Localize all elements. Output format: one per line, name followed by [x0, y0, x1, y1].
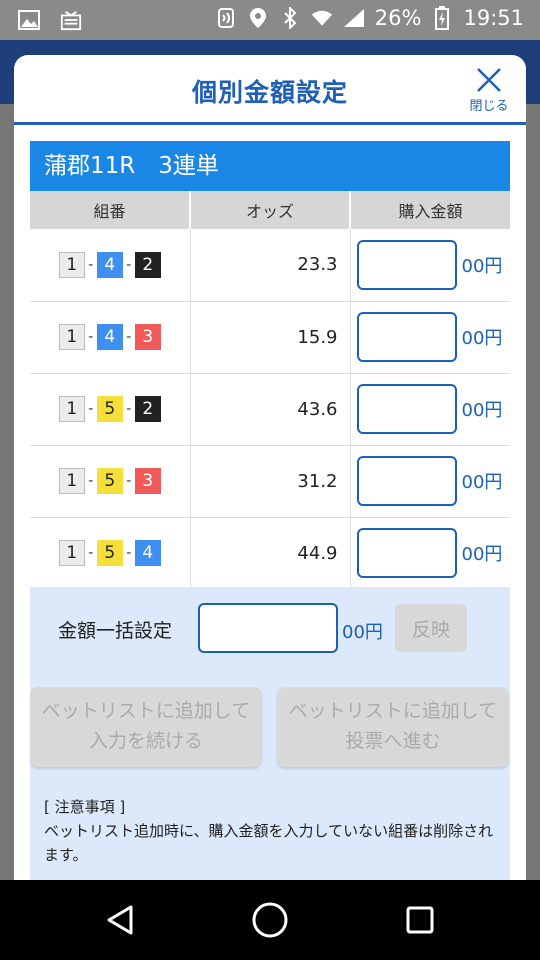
column-header-amount: 購入金額: [350, 191, 510, 229]
clock: 19:51: [463, 6, 524, 30]
odds-value: 15.9: [190, 301, 351, 374]
navigation-bar: [0, 880, 540, 960]
column-header-combo: 組番: [30, 191, 191, 229]
notes-body: ベットリスト追加時に、購入金額を入力していない組番は削除されます。: [44, 822, 494, 864]
location-icon: [247, 7, 269, 29]
home-button[interactable]: [250, 900, 290, 940]
table-row: 1-5-3 31.2 00円: [30, 445, 510, 518]
recents-button[interactable]: [400, 900, 440, 940]
combo-cell: 1-5-2: [30, 373, 191, 446]
table-row: 1-5-4 44.9 00円: [30, 517, 510, 590]
reflect-button[interactable]: 反映: [395, 604, 467, 652]
combo-cell: 1-5-4: [30, 517, 191, 590]
amount-unit: 00円: [461, 472, 503, 493]
boat-number-4: 4: [96, 324, 123, 350]
action-section: ベットリストに追加して 入力を続ける ベットリストに追加して 投票へ進む [ 注…: [30, 667, 510, 880]
combo: 1-4-3: [58, 324, 161, 350]
bulk-amount-unit: 00円: [342, 622, 383, 643]
boat-number-1: 1: [58, 540, 85, 566]
news-icon: [60, 9, 82, 31]
amount-unit: 00円: [461, 400, 503, 421]
amount-cell: 00円: [350, 301, 510, 374]
add-and-proceed-button[interactable]: ベットリストに追加して 投票へ進む: [277, 687, 509, 767]
amount-input[interactable]: [356, 239, 457, 290]
race-title: 蒲郡11R 3連単: [30, 141, 510, 191]
odds-value: 23.3: [190, 229, 351, 302]
add-and-continue-line2: 入力を続ける: [88, 731, 203, 752]
boat-number-1: 1: [58, 324, 85, 350]
boat-number-3: 3: [134, 324, 161, 350]
bluetooth-icon: [279, 7, 301, 29]
amount-unit: 00円: [461, 544, 503, 565]
notes-heading: [ 注意事項 ]: [44, 798, 126, 816]
boat-number-1: 1: [58, 396, 85, 422]
back-triangle-icon: [107, 905, 133, 935]
amount-cell: 00円: [350, 445, 510, 518]
modal-header: 個別金額設定 閉じる: [14, 55, 526, 125]
boat-number-5: 5: [96, 540, 123, 566]
combo: 1-5-4: [58, 540, 161, 566]
boat-number-4: 4: [96, 251, 123, 278]
bulk-amount-label: 金額一括設定: [58, 620, 173, 642]
add-and-continue-line1: ベットリストに追加して: [41, 701, 251, 722]
combo-cell: 1-4-2: [30, 229, 191, 302]
boat-number-2: 2: [134, 396, 161, 422]
battery-percent: 26%: [374, 6, 422, 30]
table-row: 1-4-3 15.9 00円: [30, 301, 510, 374]
amount-cell: 00円: [350, 373, 510, 446]
amount-input[interactable]: [356, 528, 457, 578]
table-header-row: 組番 オッズ 購入金額: [30, 191, 510, 229]
modal-title: 個別金額設定: [191, 78, 348, 107]
notes: [ 注意事項 ] ベットリスト追加時に、購入金額を入力していない組番は削除されま…: [44, 795, 500, 867]
close-button[interactable]: 閉じる: [466, 67, 512, 117]
amount-input[interactable]: [356, 312, 457, 362]
bet-table: 組番 オッズ 購入金額 1-4-2 23.3 00円 1 - 4 - 3 15.…: [30, 191, 510, 590]
amount-cell: 00円: [350, 229, 510, 302]
combo: 1-5-2: [58, 396, 161, 422]
close-icon: [477, 68, 501, 92]
add-and-continue-button[interactable]: ベットリストに追加して 入力を続ける: [30, 687, 262, 767]
recents-square-icon: [406, 906, 434, 934]
close-label: 閉じる: [469, 99, 509, 114]
add-and-proceed-line1: ベットリストに追加して: [288, 701, 498, 722]
bet-card: 蒲郡11R 3連単 組番 オッズ 購入金額 1-4-2 23.3 00円 1 -…: [30, 141, 510, 880]
signal-icon: [343, 7, 365, 29]
back-button[interactable]: [100, 900, 140, 940]
table-row: 1-5-2 43.6 00円: [30, 373, 510, 446]
boat-number-5: 5: [96, 396, 123, 422]
amount-unit: 00円: [461, 255, 503, 277]
boat-number-4: 4: [134, 540, 161, 566]
bulk-amount-input[interactable]: [198, 603, 338, 653]
amount-input[interactable]: [356, 384, 457, 434]
amount-input[interactable]: [356, 456, 457, 506]
home-circle-icon: [252, 902, 288, 938]
combo: 1-4-2: [58, 251, 161, 278]
odds-value: 44.9: [190, 517, 351, 590]
boat-number-3: 3: [134, 468, 161, 494]
boat-number-2: 2: [134, 251, 161, 278]
boat-number-1: 1: [58, 468, 85, 494]
add-and-proceed-line2: 投票へ進む: [345, 731, 441, 752]
wifi-icon: [311, 7, 333, 29]
table-row: 1-4-2 23.3 00円: [30, 229, 510, 302]
combo: 1-5-3: [58, 468, 161, 494]
amount-cell: 00円: [350, 517, 510, 590]
amount-unit: 00円: [461, 328, 503, 349]
column-header-odds: オッズ: [190, 191, 351, 229]
boat-number-1: 1: [58, 251, 85, 278]
nfc-icon: [215, 7, 237, 29]
boat-number-5: 5: [96, 468, 123, 494]
status-bar: 26% 19:51: [0, 0, 540, 40]
odds-value: 43.6: [190, 373, 351, 446]
combo-cell: 1-4-3: [30, 301, 191, 374]
bulk-amount-section: 金額一括設定 00円 反映: [30, 587, 510, 667]
amount-settings-modal: 個別金額設定 閉じる 蒲郡11R 3連単 組番 オッズ 購入金額 1-4- 2 …: [14, 55, 526, 880]
odds-value: 31.2: [190, 445, 351, 518]
gallery-icon: [18, 9, 40, 31]
combo-cell: 1-5-3: [30, 445, 191, 518]
battery-charging-icon: [431, 6, 453, 30]
